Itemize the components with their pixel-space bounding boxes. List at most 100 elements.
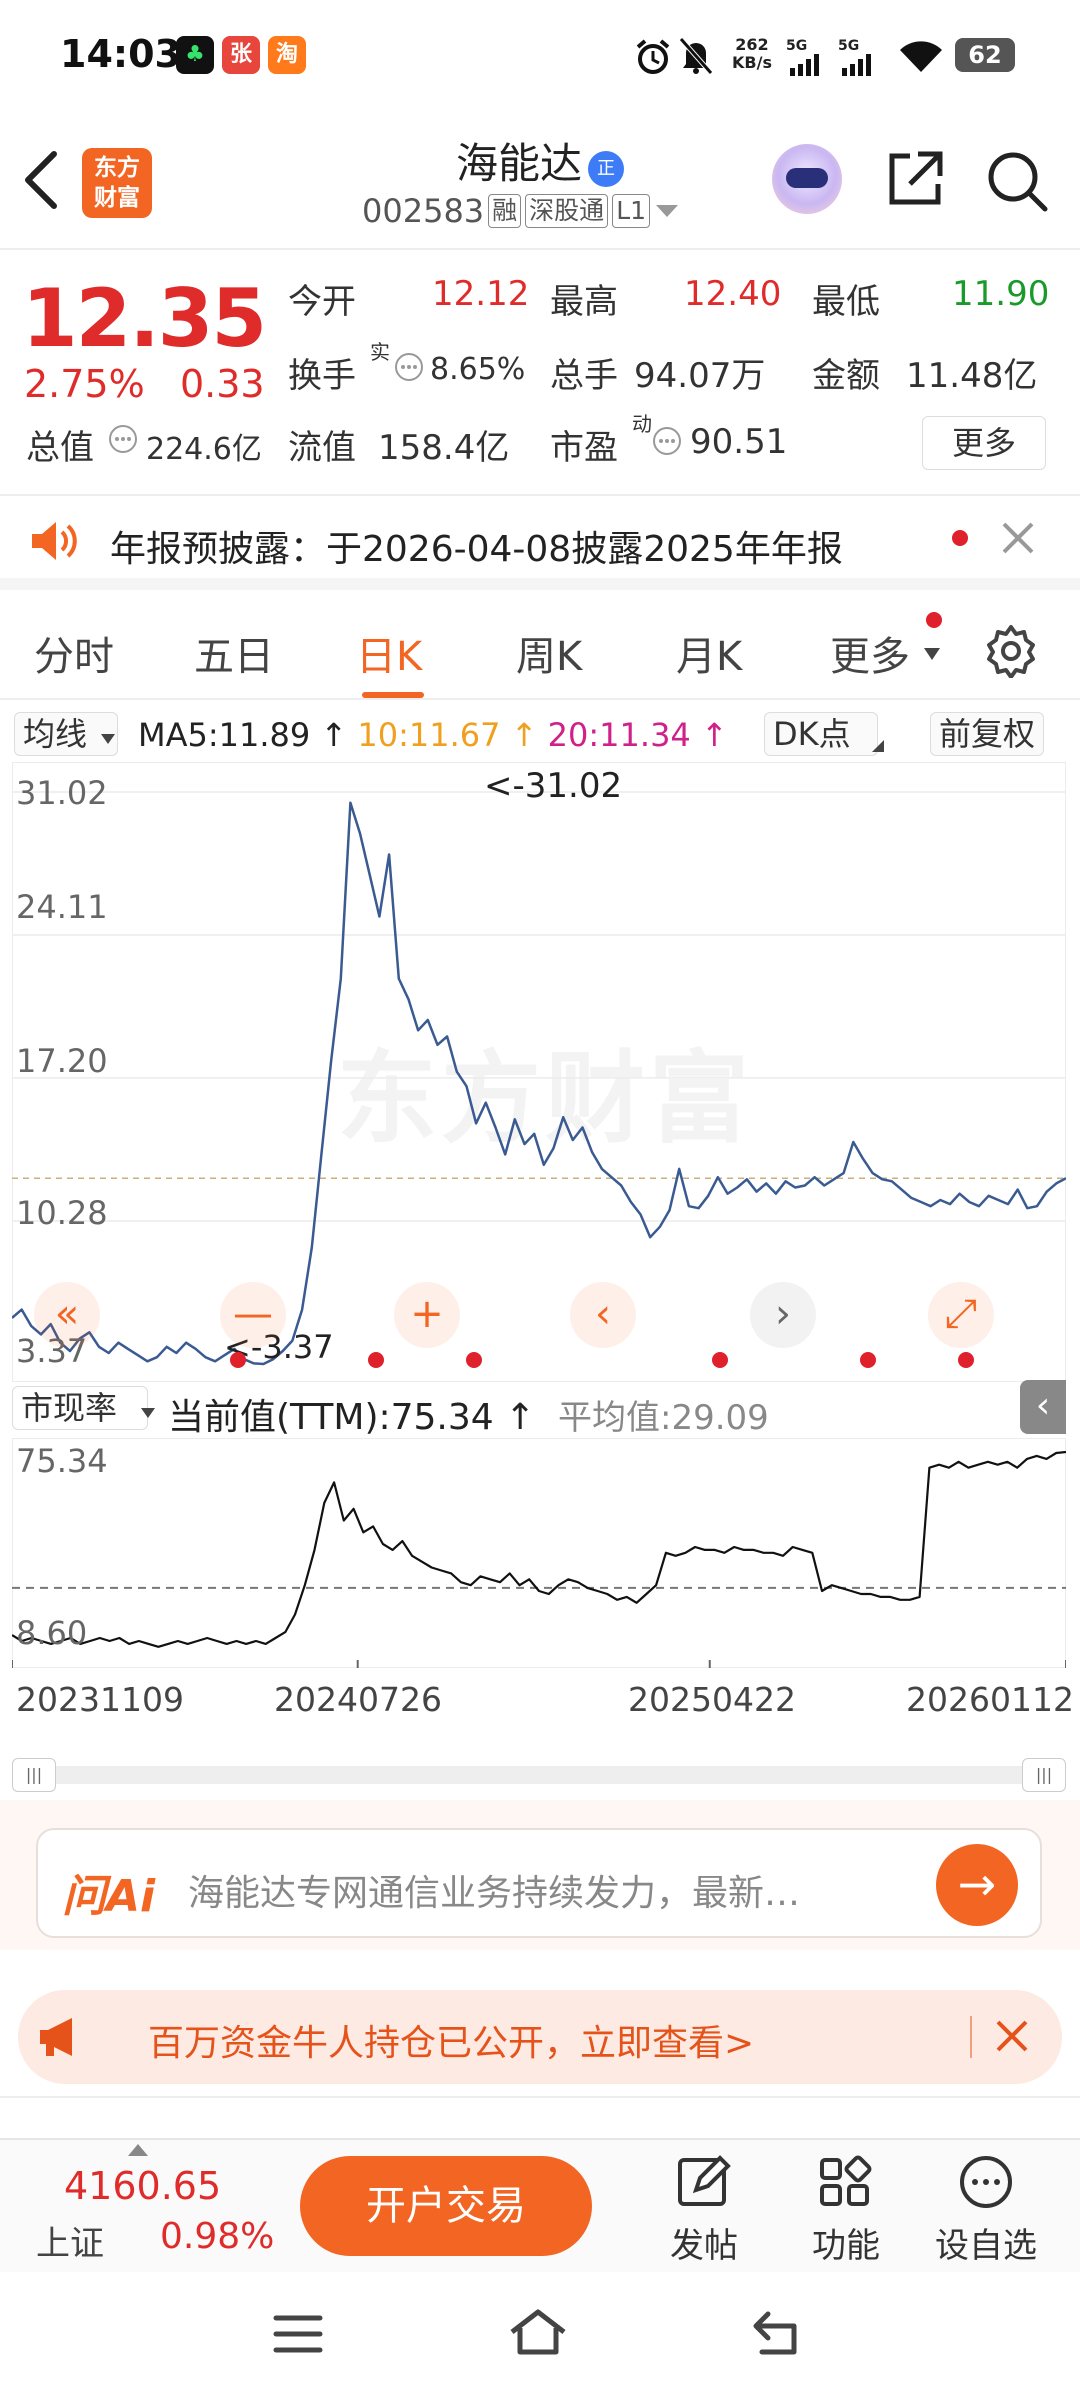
tab-more-caret-icon xyxy=(924,648,940,660)
dropdown-triangle-icon xyxy=(656,205,679,217)
banner-text: 百万资金牛人持仓已公开，立即查看> xyxy=(148,2023,755,2064)
amount-label: 金额 xyxy=(812,356,880,396)
notice-text: 年报预披露：于2026-04-08披露2025年年报 xyxy=(110,529,843,570)
chart-range-scrollbar[interactable]: ||| ||| xyxy=(12,1752,1066,1800)
indicator-select[interactable]: 市现率 xyxy=(12,1386,149,1430)
megaphone-icon xyxy=(40,2018,72,2056)
event-marker[interactable] xyxy=(368,1352,384,1368)
pe-superscript: 动 xyxy=(632,412,652,436)
post-button[interactable]: 发帖 xyxy=(644,2152,764,2267)
grid-icon xyxy=(820,2155,872,2206)
add-watchlist-button[interactable]: 设自选 xyxy=(926,2152,1046,2267)
stock-subtitle[interactable]: 002583 融 深股通 L1 xyxy=(362,192,680,230)
event-marker[interactable] xyxy=(230,1352,246,1368)
high-label: 最高 xyxy=(550,282,618,322)
sub-y-tick-label: 8.60 xyxy=(16,1614,88,1652)
status-bar: 14:03 ♣ 张 淘 262 KB/s 5G 5G 62 xyxy=(0,0,1080,110)
scroll-left-handle[interactable]: ||| xyxy=(12,1758,56,1792)
indicator-select-label: 市现率 xyxy=(21,1389,118,1427)
function-button[interactable]: 功能 xyxy=(786,2152,906,2267)
dk-point-select[interactable]: DK点 xyxy=(764,712,878,756)
index-up-caret-icon xyxy=(128,2144,148,2156)
event-marker[interactable] xyxy=(466,1352,482,1368)
app-root: 14:03 ♣ 张 淘 262 KB/s 5G 5G 62 东方 财富 海能达 … xyxy=(0,0,1080,2400)
notice-bar[interactable]: 年报预披露：于2026-04-08披露2025年年报 xyxy=(0,498,1080,590)
tab-more[interactable]: 更多 xyxy=(830,624,910,682)
wifi-icon xyxy=(900,41,942,72)
zoom-out-button[interactable]: — xyxy=(220,1282,286,1348)
open-item: 今开 xyxy=(288,274,356,323)
tab-monthly-k[interactable]: 月K xyxy=(676,624,742,682)
max-price-annotation: <-31.02 xyxy=(484,766,623,806)
collapse-panel-button[interactable]: ‹ xyxy=(1020,1380,1066,1434)
scroll-left-button[interactable]: ‹ xyxy=(570,1282,636,1348)
tab-intraday[interactable]: 分时 xyxy=(34,624,114,682)
indicator-current: 当前值(TTM):75.34 ↑ xyxy=(168,1397,536,1438)
index-value[interactable]: 4160.65 xyxy=(64,2164,221,2208)
ai-go-button[interactable]: → xyxy=(936,1844,1018,1926)
mktcap-label: 总值 xyxy=(26,428,94,468)
sub-chart-frame xyxy=(11,1437,1067,1669)
section-tabs-partial xyxy=(0,2096,1080,2138)
chart-frame xyxy=(12,762,1066,1382)
settings-gear-icon[interactable] xyxy=(984,624,1038,678)
ma10-value: 10:11.67 ↑ xyxy=(357,716,538,754)
dk-corner-icon xyxy=(872,740,884,752)
info-dots-icon[interactable] xyxy=(394,352,424,382)
scroll-right-handle[interactable]: ||| xyxy=(1022,1758,1066,1792)
scroll-track xyxy=(12,1766,1066,1784)
scroll-right-button[interactable]: › xyxy=(750,1282,816,1348)
pcf-series-line xyxy=(11,1450,1067,1648)
banner-divider xyxy=(970,2016,972,2058)
change-percent: 2.75% xyxy=(24,362,145,406)
y-tick-label: 17.20 xyxy=(16,1042,108,1080)
open-value: 12.12 xyxy=(432,274,530,314)
signal-1-icon xyxy=(790,54,819,76)
ai-robot-avatar[interactable] xyxy=(772,144,842,214)
scroll-left-fast-button[interactable]: « xyxy=(34,1282,100,1348)
sub-y-tick-label: 75.34 xyxy=(16,1442,108,1480)
daily-k-chart[interactable]: 东方财富 31.02 24.11 17.20 10.28 3.37 <-31.0… xyxy=(12,762,1066,1382)
verified-badge: 正 xyxy=(588,151,624,187)
system-nav-bar xyxy=(0,2272,1080,2400)
tab-weekly-k[interactable]: 周K xyxy=(516,624,582,682)
info-dots-icon[interactable] xyxy=(652,426,682,456)
more-button[interactable]: 更多 xyxy=(922,416,1046,470)
event-marker[interactable] xyxy=(712,1352,728,1368)
promo-banner[interactable]: 百万资金牛人持仓已公开，立即查看> xyxy=(18,1990,1062,2084)
stock-name: 海能达 xyxy=(455,139,582,188)
close-icon[interactable] xyxy=(1000,520,1036,556)
home-icon[interactable] xyxy=(506,2306,570,2358)
menu-icon[interactable] xyxy=(272,2312,324,2356)
tab-more-dot xyxy=(926,612,942,628)
zoom-in-button[interactable]: + xyxy=(394,1282,460,1348)
stock-header: 东方 财富 海能达正 002583 融 深股通 L1 xyxy=(0,110,1080,250)
adjust-select[interactable]: 前复权 xyxy=(930,712,1045,756)
event-marker[interactable] xyxy=(958,1352,974,1368)
pcf-ratio-chart[interactable]: 75.34 8.60 xyxy=(11,1437,1067,1669)
x-tick-label: 20250422 xyxy=(628,1680,796,1719)
tab-daily-k[interactable]: 日K xyxy=(356,624,422,682)
share-icon[interactable] xyxy=(884,148,946,210)
event-marker[interactable] xyxy=(860,1352,876,1368)
info-dots-icon[interactable] xyxy=(108,424,138,454)
banner-close-icon[interactable] xyxy=(992,2016,1032,2056)
signal-1-label: 5G xyxy=(786,38,808,54)
tab-five-day[interactable]: 五日 xyxy=(194,624,274,682)
battery-icon: 62 xyxy=(955,38,1015,72)
signal-2: 5G xyxy=(838,38,859,54)
volume-value: 94.07万 xyxy=(634,356,766,396)
mute-icon xyxy=(679,37,713,75)
x-tick-label: 20240726 xyxy=(274,1680,442,1719)
turnover-superscript: 实 xyxy=(370,340,390,364)
trade-button[interactable]: 开户交易 xyxy=(300,2156,592,2256)
pe-label: 市盈 xyxy=(550,428,618,468)
fullscreen-button[interactable]: ⤢ xyxy=(928,1282,994,1348)
dk-point-label: DK点 xyxy=(773,715,851,753)
x-tick-label: 20260112 xyxy=(906,1680,1074,1719)
stock-code: 002583 xyxy=(362,192,485,230)
search-icon[interactable] xyxy=(984,148,1050,214)
back-nav-icon[interactable] xyxy=(748,2308,804,2358)
volume-label: 总手 xyxy=(550,356,618,396)
ai-question-box[interactable]: 问Ai 海能达专网通信业务持续发力，最新… → xyxy=(36,1828,1042,1938)
